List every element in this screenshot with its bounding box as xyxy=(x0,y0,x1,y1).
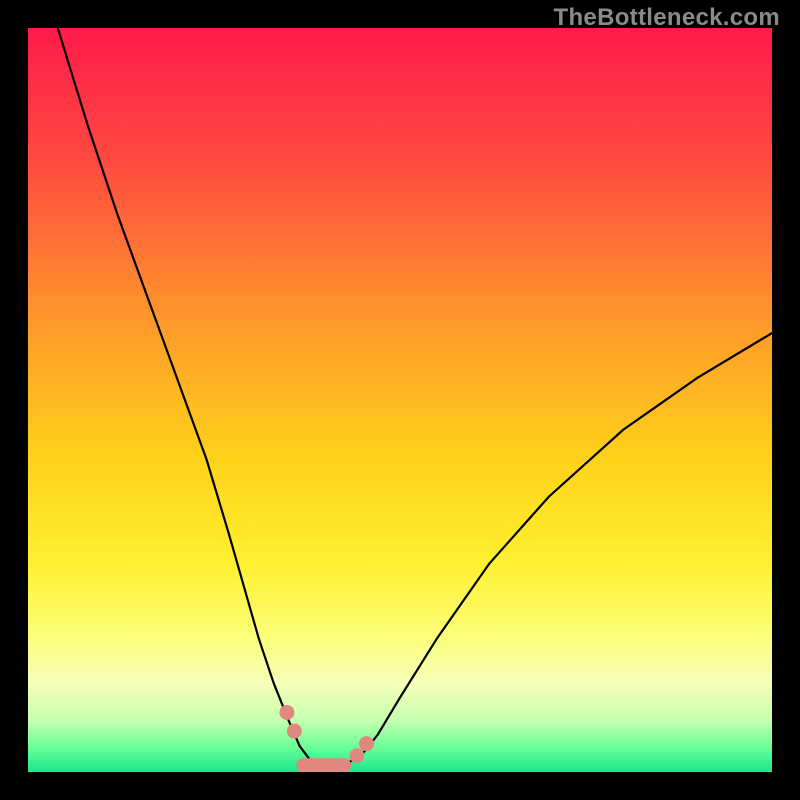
chart-frame: TheBottleneck.com xyxy=(0,0,800,800)
watermark-text: TheBottleneck.com xyxy=(554,4,780,32)
plot-area xyxy=(28,28,772,772)
gradient-background xyxy=(28,28,772,772)
